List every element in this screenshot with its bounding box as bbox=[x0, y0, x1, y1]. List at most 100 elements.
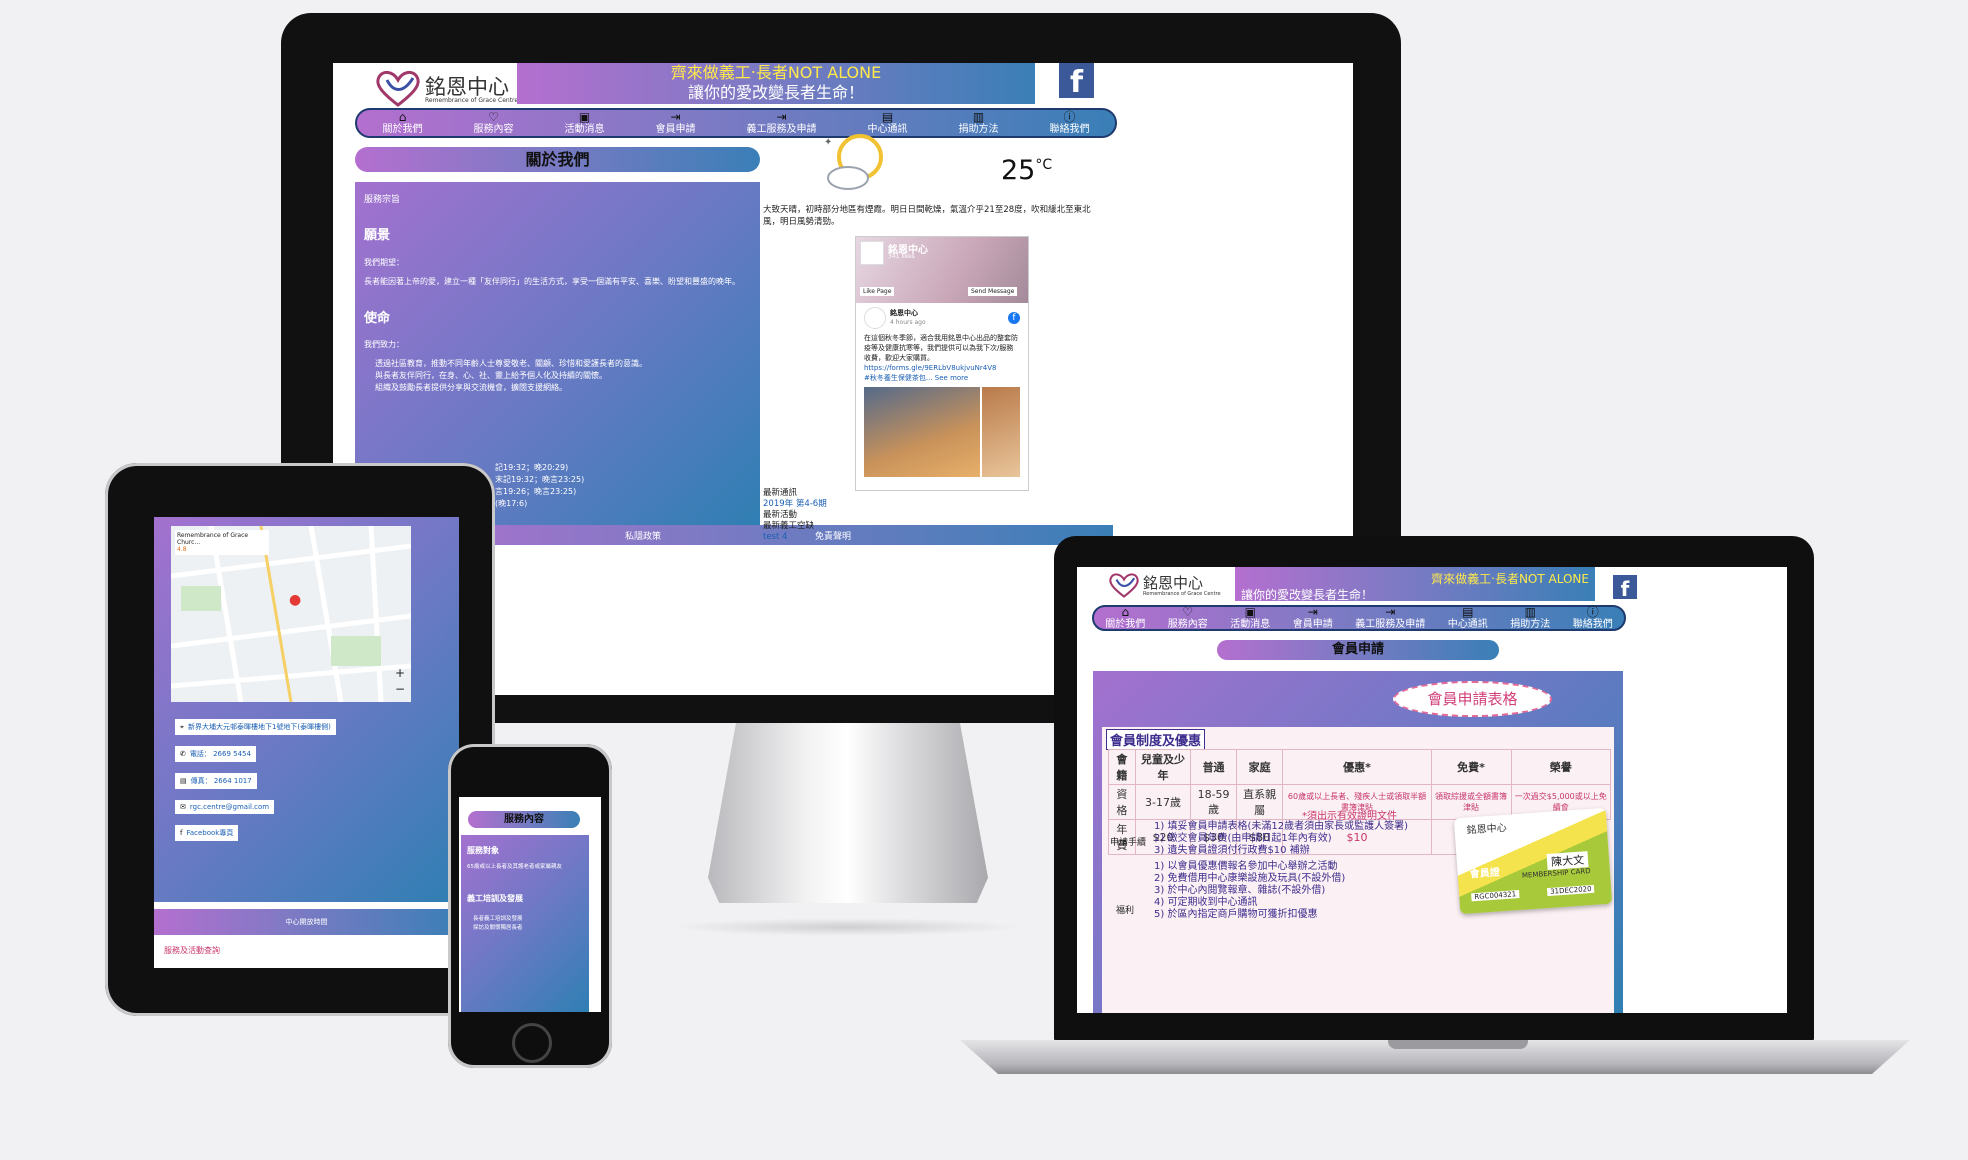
fb-avatar bbox=[860, 241, 884, 265]
heart-icon: ♡ bbox=[488, 109, 499, 124]
card-logo: 銘恩中心 bbox=[1466, 822, 1508, 837]
nav-item-7[interactable]: ⓘ 聯絡我們 bbox=[1573, 605, 1613, 631]
nav-item-4[interactable]: ⇥ 義工服務及申請 bbox=[1355, 604, 1425, 631]
page-title: 會員申請 bbox=[1217, 640, 1499, 660]
list-item: (晚17:6) bbox=[495, 499, 528, 508]
calendar-icon: ▣ bbox=[578, 109, 591, 124]
nav-item-label: 關於我們 bbox=[382, 123, 423, 135]
nav-item-1[interactable]: ♡ 服務內容 bbox=[1167, 604, 1208, 631]
contact-item[interactable]: ⌖ 新界大埔大元邨泰暉樓地下1號地下(泰暉樓側) bbox=[175, 719, 336, 735]
card-title: 會員證 bbox=[1469, 867, 1501, 881]
info-icon: ⓘ bbox=[1063, 109, 1076, 124]
table-header-cell: 普通 bbox=[1190, 749, 1237, 785]
mission-heading: 使命 bbox=[364, 311, 391, 326]
fb-post: 銘恩中心 4 hours ago f 在這個秋冬季節，適合我用銘恩中心出品的整套防… bbox=[856, 303, 1028, 481]
nav-item-6[interactable]: ▥ 捐助方法 bbox=[1510, 605, 1550, 631]
calendar-icon: ▣ bbox=[1244, 604, 1256, 619]
list-item: 2) 免費借用中心康樂設施及玩具(不設外借) bbox=[1154, 873, 1346, 884]
table-header-cell: 免費* bbox=[1430, 749, 1512, 785]
list-item: 3) 遺失會員證須付行政費$10 補辦 bbox=[1154, 845, 1310, 856]
privacy-link[interactable]: 私隱政策 bbox=[625, 529, 661, 542]
facebook-widget[interactable]: 銘恩中心 341 likes Like Page Send Message 銘恩… bbox=[855, 236, 1029, 491]
fb-post-photos[interactable] bbox=[864, 387, 1020, 477]
nav-item-6[interactable]: ▥ 捐助方法 bbox=[959, 109, 999, 136]
page-title: 關於我們 bbox=[355, 147, 760, 172]
list-item: 3) 於中心內閱覽報章、雜誌(不設外借) bbox=[1154, 885, 1326, 896]
nav-item-label: 活動消息 bbox=[1230, 618, 1271, 630]
fb-logo-icon: f bbox=[1008, 312, 1020, 324]
logo-subtitle: Remembrance of Grace Centre bbox=[425, 97, 519, 104]
nav-item-2[interactable]: ▣ 活動消息 bbox=[564, 109, 605, 136]
contact-item[interactable]: ✉ rgc.centre@gmail.com bbox=[175, 800, 275, 814]
fb-message-button[interactable]: Send Message bbox=[968, 287, 1018, 296]
temperature-value: 25 bbox=[1001, 155, 1036, 186]
fb-post-tags: #秋冬養生保健茶包... See more bbox=[864, 373, 1020, 383]
news-heading: 最新義工空缺 bbox=[763, 521, 815, 531]
table-cell: 資格 bbox=[1108, 784, 1136, 820]
card-title-en: MEMBERSHIP CARD bbox=[1521, 867, 1591, 880]
contact-list: ⌖ 新界大埔大元邨泰暉樓地下1號地下(泰暉樓側) ✆ 電話： 2669 5454 ▤ 傳真… bbox=[175, 719, 336, 852]
card-number: RGC004321 bbox=[1471, 890, 1520, 902]
table-header-cell: 會籍 bbox=[1108, 749, 1136, 785]
nav-item-label: 服務內容 bbox=[473, 123, 514, 135]
phone-screen: 服務內容 服務對象 65歲或以上長者及其護老者或家屬親友 義工培訓及發展 長者義… bbox=[459, 797, 601, 1012]
fb-post-author[interactable]: 銘恩中心 bbox=[890, 308, 926, 318]
contact-text: 傳真： 2664 1017 bbox=[190, 777, 252, 785]
weather-forecast: 大致天晴，初時部分地區有煙霞。明日日間乾燥，氣溫介乎21至28度，吹和緩北至東北… bbox=[763, 205, 1091, 227]
envelope-icon: ✉ bbox=[180, 803, 186, 811]
home-icon: ⌂ bbox=[1121, 604, 1130, 619]
briefcase-icon: ▥ bbox=[972, 109, 985, 124]
nav-item-label: 會員申請 bbox=[1292, 618, 1333, 630]
zoom-in-icon[interactable]: + bbox=[395, 666, 405, 680]
table-title: 會員制度及優惠 bbox=[1106, 729, 1206, 750]
heart-logo-icon[interactable] bbox=[1107, 571, 1141, 599]
facebook-icon[interactable]: f bbox=[1059, 63, 1094, 100]
sun-cloud-icon: ✦ bbox=[820, 133, 890, 195]
nav-item-4[interactable]: ⇥ 義工服務及申請 bbox=[746, 110, 817, 136]
nav-item-label: 服務內容 bbox=[1167, 618, 1208, 630]
list-item: 長者義工培訓及發展 bbox=[473, 916, 523, 922]
nav-item-0[interactable]: ⌂ 關於我們 bbox=[1105, 604, 1145, 631]
login-icon: ⇥ bbox=[1385, 604, 1396, 619]
membership-sheet: 會員制度及優惠 會籍 兒童及少年 普通 家庭 優惠* 免費* 榮譽 資格 3-17歲 18-59… bbox=[1102, 727, 1614, 1013]
list-item: 探訪及關懷獨居長者 bbox=[473, 925, 523, 931]
nav-item-0[interactable]: ⌂ 關於我們 bbox=[382, 109, 423, 136]
fb-like-button[interactable]: Like Page bbox=[860, 287, 895, 296]
nav-item-3[interactable]: ⇥ 會員申請 bbox=[1292, 605, 1333, 631]
service-target-heading: 服務對象 bbox=[467, 846, 499, 855]
nav-item-2[interactable]: ▣ 活動消息 bbox=[1230, 604, 1271, 631]
fb-photo[interactable] bbox=[981, 387, 1020, 477]
zoom-out-icon[interactable]: − bbox=[395, 682, 405, 696]
list-item: 5) 於區內指定商戶購物可獲折扣優惠 bbox=[1154, 909, 1318, 920]
document-icon: ▤ bbox=[1462, 604, 1474, 619]
heart-icon: ♡ bbox=[1182, 604, 1194, 619]
membership-panel: 會員申請表格 會員制度及優惠 會籍 兒童及少年 普通 家庭 優惠* 免費* 榮譽 資格 3-1… bbox=[1093, 671, 1623, 1013]
fb-see-more[interactable]: See more bbox=[935, 374, 968, 382]
heart-logo-icon[interactable] bbox=[373, 68, 423, 108]
map-rating: 4.8 bbox=[177, 546, 187, 553]
volunteer-bullets: 長者義工培訓及發展 探訪及關懷獨居長者 bbox=[473, 915, 583, 933]
contact-item[interactable]: f Facebook專頁 bbox=[175, 825, 239, 841]
nav-item-3[interactable]: ⇥ 會員申請 bbox=[656, 110, 696, 136]
nav-item-label: 聯絡我們 bbox=[1049, 123, 1090, 135]
facebook-icon[interactable]: f bbox=[1613, 575, 1637, 601]
nav-item-label: 活動消息 bbox=[564, 123, 605, 135]
fb-post-tags-text[interactable]: #秋冬養生保健茶包... bbox=[864, 374, 933, 382]
list-item: 記19:32；晚20:29) bbox=[495, 463, 569, 472]
phone-home-button bbox=[512, 1023, 552, 1063]
nav-item-7[interactable]: ⓘ 聯絡我們 bbox=[1049, 109, 1090, 136]
nav-item-label: 義工服務及申請 bbox=[746, 123, 817, 135]
contact-item[interactable]: ✆ 電話： 2669 5454 bbox=[175, 746, 256, 762]
fb-photo[interactable] bbox=[864, 387, 980, 477]
news-link[interactable]: test 4 bbox=[763, 532, 827, 543]
nav-item-5[interactable]: ▤ 中心通訊 bbox=[868, 110, 908, 136]
news-link[interactable]: 2019年 第4-6期 bbox=[763, 499, 827, 510]
nav-item-5[interactable]: ▤ 中心通訊 bbox=[1448, 604, 1488, 631]
fb-post-link[interactable]: https://forms.gle/9ERLbV8ukjvuNr4V8 bbox=[864, 363, 1020, 373]
home-icon: ⌂ bbox=[398, 109, 407, 124]
table-header-cell: 優惠* bbox=[1282, 749, 1432, 785]
nav-item-1[interactable]: ♡ 服務內容 bbox=[473, 109, 514, 136]
map-embed[interactable]: Remembrance of Grace Churc... 4.8 ● + − bbox=[171, 526, 411, 702]
news-list: 最新通訊 2019年 第4-6期 最新活動 最新義工空缺 test 4 bbox=[763, 488, 827, 543]
contact-item[interactable]: ▤ 傳真： 2664 1017 bbox=[175, 773, 257, 789]
